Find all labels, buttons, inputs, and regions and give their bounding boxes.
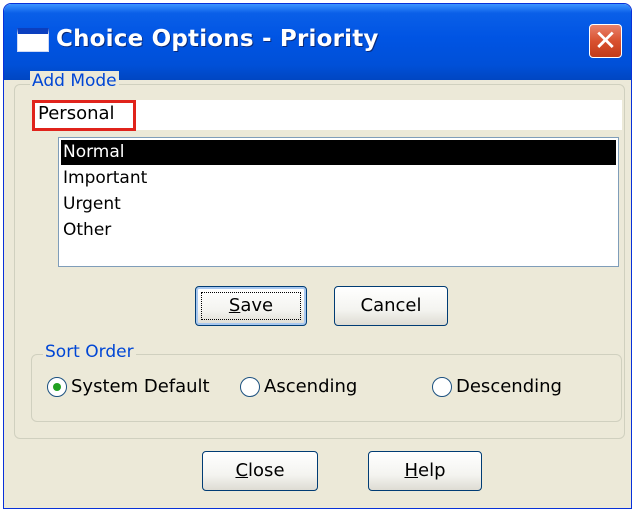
choices-listbox[interactable]: Normal Important Urgent Other <box>58 137 619 267</box>
radio-ascending[interactable] <box>240 377 260 397</box>
radio-label-ascending[interactable]: Ascending <box>264 376 357 397</box>
close-icon: ✕ <box>593 24 618 57</box>
list-item-important[interactable]: Important <box>61 166 147 191</box>
help-mnemonic: H <box>404 460 419 481</box>
list-item-other[interactable]: Other <box>61 218 111 243</box>
cancel-button[interactable]: Cancel <box>334 286 448 326</box>
window-title: Choice Options - Priority <box>56 26 379 52</box>
help-label: elp <box>418 460 446 481</box>
dialog-window: Choice Options - Priority ✕ Add Mode Per… <box>3 3 632 509</box>
save-mnemonic: S <box>228 295 241 316</box>
radio-system-default[interactable] <box>47 377 67 397</box>
close-button[interactable]: Close <box>202 451 318 491</box>
title-bar[interactable]: Choice Options - Priority ✕ <box>4 4 631 80</box>
close-window-button[interactable]: ✕ <box>589 24 622 58</box>
help-button[interactable]: Help <box>368 451 482 491</box>
annotation-highlight <box>32 100 136 131</box>
radio-label-descending[interactable]: Descending <box>456 376 562 397</box>
add-mode-legend: Add Mode <box>30 71 119 91</box>
list-item-urgent[interactable]: Urgent <box>61 192 121 217</box>
close-label: lose <box>248 460 285 481</box>
window-icon <box>17 28 49 52</box>
radio-label-system-default[interactable]: System Default <box>71 376 210 397</box>
sort-order-legend: Sort Order <box>43 342 136 362</box>
close-mnemonic: C <box>235 460 249 481</box>
radio-selected-dot <box>53 383 61 391</box>
list-item-normal[interactable]: Normal <box>61 140 616 165</box>
save-button[interactable]: Save <box>195 286 307 326</box>
save-label: ave <box>240 295 274 316</box>
radio-descending[interactable] <box>432 377 452 397</box>
